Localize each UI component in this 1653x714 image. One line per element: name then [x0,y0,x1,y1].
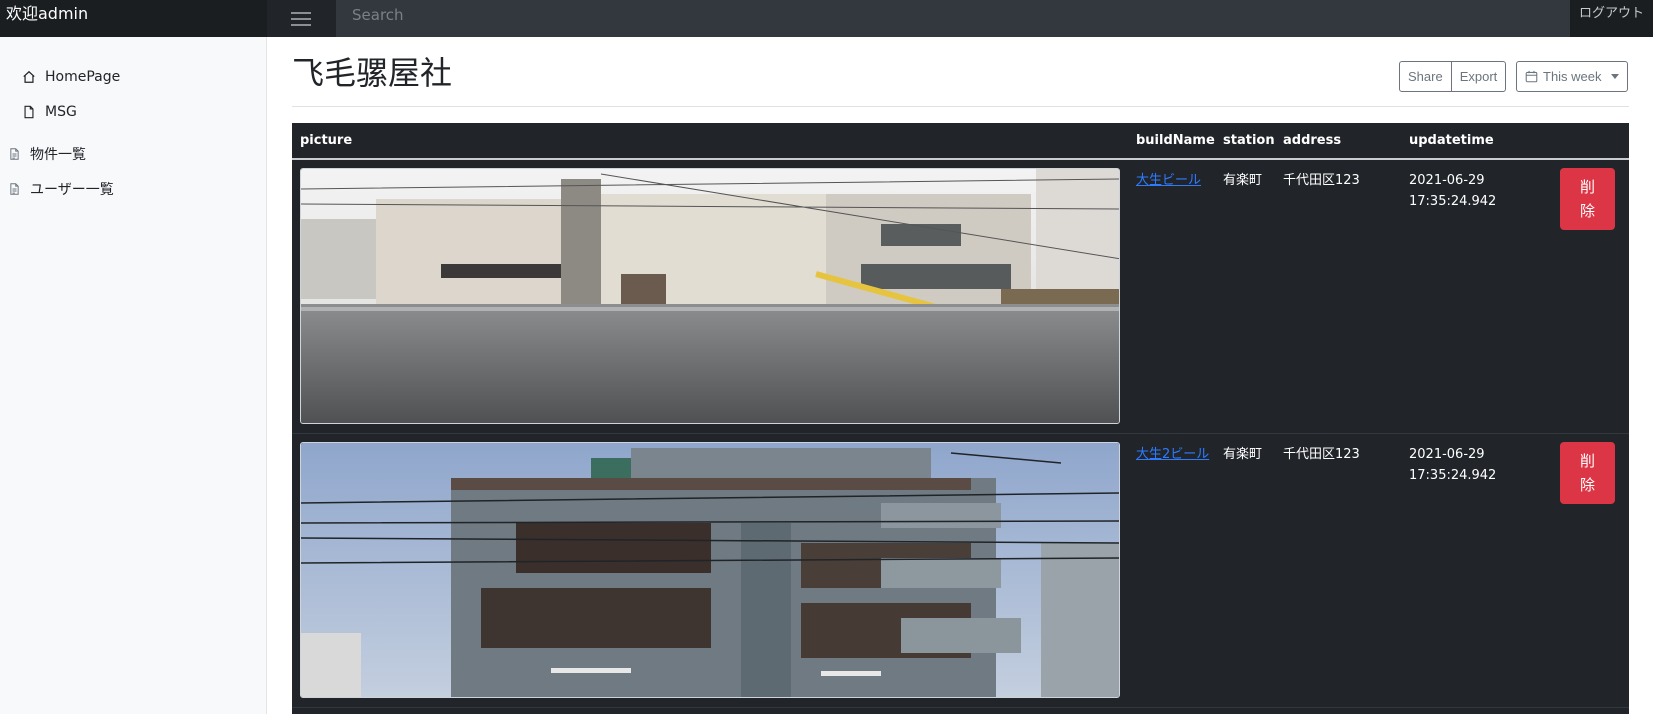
column-header-updatetime: updatetime [1409,133,1494,148]
building-name-link[interactable]: 大生ビール [1136,173,1201,188]
brand-welcome: 欢迎admin [0,0,267,37]
file-text-icon [10,183,19,195]
delete-label: 削除 [1579,452,1595,494]
this-week-dropdown[interactable]: This week [1516,61,1628,92]
building-photo [300,442,1120,698]
table-row: 大生ビール 有楽町 千代田区123 2021-06-29 17:35:24.94… [292,160,1629,434]
sidebar: HomePage MSG 物件一覧 ユーザー一覧 [0,37,267,714]
station-cell: 有楽町 [1223,447,1263,462]
address-cell: 千代田区123 [1283,447,1360,462]
chevron-down-icon [1610,74,1619,79]
title-divider [292,106,1629,107]
address-cell: 千代田区123 [1283,173,1360,188]
logout-link[interactable]: ログアウト [1570,0,1653,37]
sidebar-item-properties[interactable]: 物件一覧 [8,142,86,166]
calendar-icon [1525,70,1538,83]
sidebar-item-homepage[interactable]: HomePage [22,65,120,89]
sidebar-item-msg[interactable]: MSG [22,100,77,124]
updatetime-cell: 2021-06-29 17:35:24.942 [1409,444,1496,486]
update-time: 17:35:24.942 [1409,468,1497,483]
page-title: 飞毛骡屋社 [292,54,453,92]
column-header-address: address [1283,133,1342,148]
this-week-label: This week [1543,69,1602,84]
column-header-station: station [1223,133,1275,148]
sidebar-item-label: HomePage [45,69,121,85]
update-time: 17:35:24.942 [1409,194,1497,209]
sidebar-item-users[interactable]: ユーザー一覧 [8,177,114,201]
building-name-link[interactable]: 大生2ビール [1136,447,1209,462]
sidebar-item-label: ユーザー一覧 [30,182,114,198]
sidebar-item-label: 物件一覧 [30,147,86,163]
delete-button[interactable]: 削除 [1560,442,1615,504]
table-header: picture buildName station address update… [292,123,1629,160]
search-input[interactable] [336,0,1570,37]
export-button[interactable]: Export [1451,61,1507,92]
buildings-table: picture buildName station address update… [292,123,1629,714]
building-photo [300,168,1120,424]
delete-label: 削除 [1579,178,1595,220]
table-row: 大生2ビール 有楽町 千代田区123 2021-06-29 17:35:24.9… [292,434,1629,708]
station-cell: 有楽町 [1223,173,1263,188]
home-icon [23,70,35,83]
update-date: 2021-06-29 [1409,173,1485,188]
sidebar-item-label: MSG [45,104,77,120]
delete-button[interactable]: 削除 [1560,168,1615,230]
updatetime-cell: 2021-06-29 17:35:24.942 [1409,170,1496,212]
update-date: 2021-06-29 [1409,447,1485,462]
hamburger-icon [291,11,311,26]
column-header-picture: picture [300,133,353,148]
main-content: 飞毛骡屋社 Share Export This week picture bui… [268,37,1653,714]
menu-toggle-button[interactable] [267,0,335,37]
file-icon [24,105,34,119]
file-text-icon [10,148,19,160]
top-navbar: 欢迎admin ログアウト [0,0,1653,37]
column-header-buildname: buildName [1136,133,1215,148]
share-export-group: Share Export [1399,61,1507,92]
share-button[interactable]: Share [1399,61,1452,92]
